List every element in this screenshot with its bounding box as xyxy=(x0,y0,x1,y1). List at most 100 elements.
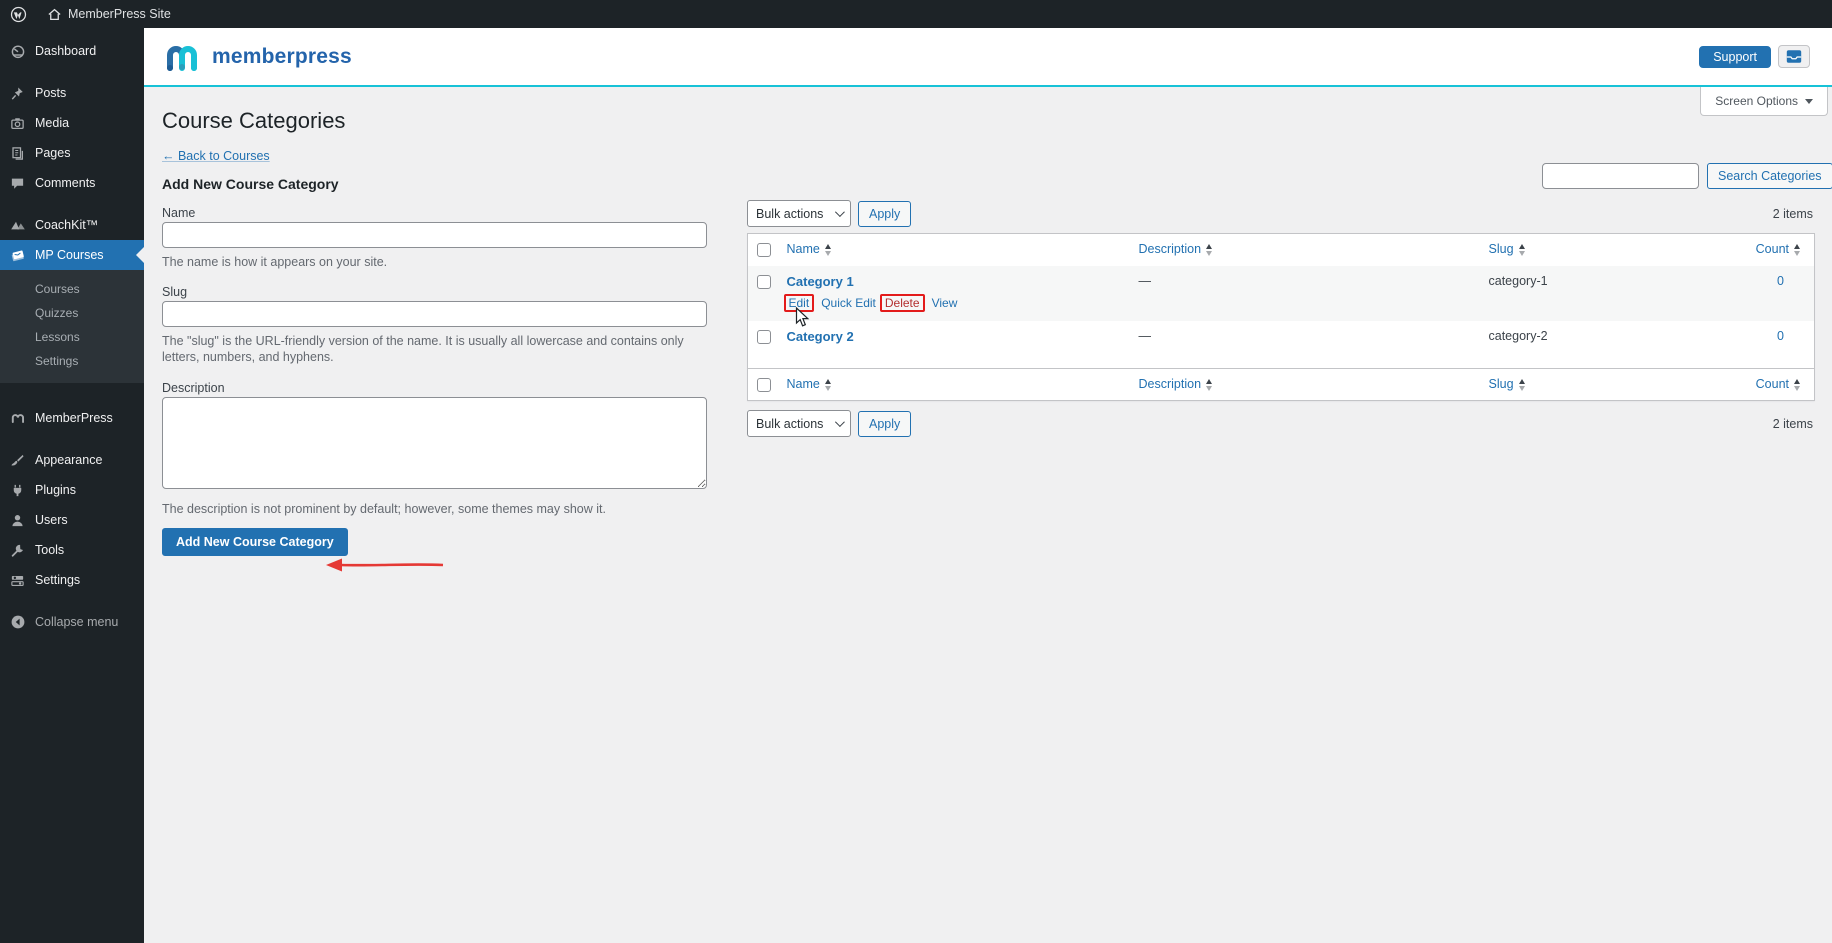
page-title: Course Categories xyxy=(162,108,345,134)
category-link[interactable]: Category 1 xyxy=(787,274,854,289)
sort-icon xyxy=(1519,244,1525,256)
sidebar-item-label: Tools xyxy=(35,543,64,557)
search-input[interactable] xyxy=(1542,163,1699,189)
select-row-checkbox[interactable] xyxy=(757,275,771,289)
sort-icon xyxy=(1794,244,1800,256)
screen-options-toggle[interactable]: Screen Options xyxy=(1700,87,1828,116)
sidebar-item-collapse-menu[interactable]: Collapse menu xyxy=(0,607,144,637)
mountains-icon xyxy=(9,217,26,234)
sort-by-slug[interactable]: Slug xyxy=(1489,242,1525,256)
bulk-actions-select[interactable]: Bulk actions xyxy=(747,200,851,227)
row-actions: Edit Quick Edit Delete View xyxy=(787,294,1127,313)
table-row: Category 1 Edit Quick Edit Delete View —… xyxy=(748,266,1815,321)
sidebar-item-settings[interactable]: Settings xyxy=(0,565,144,595)
sidebar-item-tools[interactable]: Tools xyxy=(0,535,144,565)
description-label: Description xyxy=(162,381,707,396)
column-header-description: Description xyxy=(1139,242,1202,256)
delete-link[interactable]: Delete xyxy=(885,296,920,310)
sort-by-name[interactable]: Name xyxy=(787,377,831,391)
sidebar-item-label: Users xyxy=(35,513,68,527)
bulk-actions-select[interactable]: Bulk actions xyxy=(747,410,851,437)
sort-by-description[interactable]: Description xyxy=(1139,242,1213,256)
wordpress-menu[interactable] xyxy=(0,0,37,28)
mouse-cursor xyxy=(795,307,810,328)
brush-icon xyxy=(9,452,26,469)
column-header-slug: Slug xyxy=(1489,242,1514,256)
category-link[interactable]: Category 2 xyxy=(787,329,854,344)
search-categories-button[interactable]: Search Categories xyxy=(1707,163,1832,189)
collapse-menu-icon xyxy=(9,614,26,631)
sidebar-item-label: Media xyxy=(35,116,69,130)
back-to-courses-link[interactable]: ← Back to Courses xyxy=(162,149,270,163)
sidebar-item-plugins[interactable]: Plugins xyxy=(0,475,144,505)
sort-by-description[interactable]: Description xyxy=(1139,377,1213,391)
admin-bar: MemberPress Site xyxy=(0,0,1832,28)
sidebar-item-posts[interactable]: Posts xyxy=(0,78,144,108)
sidebar-item-coachkit[interactable]: CoachKit™ xyxy=(0,210,144,240)
select-row-checkbox[interactable] xyxy=(757,330,771,344)
sort-by-slug[interactable]: Slug xyxy=(1489,377,1525,391)
name-label: Name xyxy=(162,206,707,221)
sort-icon xyxy=(1206,244,1212,256)
quick-edit-link[interactable]: Quick Edit xyxy=(821,296,876,310)
description-cell: — xyxy=(1133,321,1483,369)
submenu-item-lessons[interactable]: Lessons xyxy=(0,325,144,349)
apply-button[interactable]: Apply xyxy=(858,201,911,227)
slug-field[interactable] xyxy=(162,301,707,327)
slug-hint: The "slug" is the URL-friendly version o… xyxy=(162,333,707,365)
sort-by-count[interactable]: Count xyxy=(1756,377,1800,391)
pages-icon xyxy=(9,145,26,162)
mp-courses-submenu: Courses Quizzes Lessons Settings xyxy=(0,270,144,383)
submenu-item-quizzes[interactable]: Quizzes xyxy=(0,301,144,325)
select-all-checkbox[interactable] xyxy=(757,378,771,392)
view-link[interactable]: View xyxy=(932,296,958,310)
add-category-form: Add New Course Category Name The name is… xyxy=(162,176,707,556)
brand-wordmark: memberpress xyxy=(212,45,352,69)
table-toolbar-top: Bulk actions Apply 2 items xyxy=(747,200,1815,227)
sidebar-item-pages[interactable]: Pages xyxy=(0,138,144,168)
description-field[interactable] xyxy=(162,397,707,489)
sidebar-item-mp-courses[interactable]: MP Courses xyxy=(0,240,144,270)
site-link[interactable]: MemberPress Site xyxy=(37,0,181,28)
form-heading: Add New Course Category xyxy=(162,176,707,192)
sidebar-item-comments[interactable]: Comments xyxy=(0,168,144,198)
add-new-course-category-button[interactable]: Add New Course Category xyxy=(162,528,348,556)
inbox-button[interactable] xyxy=(1778,45,1810,68)
memberpress-logo-icon xyxy=(162,41,202,73)
select-all-checkbox[interactable] xyxy=(757,243,771,257)
support-button[interactable]: Support xyxy=(1699,46,1771,68)
count-link[interactable]: 0 xyxy=(1777,274,1784,288)
sidebar-item-users[interactable]: Users xyxy=(0,505,144,535)
column-header-name: Name xyxy=(787,242,820,256)
name-hint: The name is how it appears on your site. xyxy=(162,254,707,270)
annotation-box-delete: Delete xyxy=(880,294,925,312)
admin-sidebar: Dashboard Posts Media Pages Comments Coa… xyxy=(0,28,144,943)
column-header-count: Count xyxy=(1756,377,1789,391)
slug-cell: category-2 xyxy=(1483,321,1745,369)
home-icon xyxy=(47,7,62,22)
submenu-item-settings[interactable]: Settings xyxy=(0,349,144,373)
comment-icon xyxy=(9,175,26,192)
courses-icon xyxy=(9,247,26,264)
description-cell: — xyxy=(1133,266,1483,321)
memberpress-header: memberpress Support xyxy=(144,28,1832,87)
table-toolbar-bottom: Bulk actions Apply 2 items xyxy=(747,410,1815,437)
count-link[interactable]: 0 xyxy=(1777,329,1784,343)
sidebar-item-memberpress[interactable]: MemberPress xyxy=(0,403,144,433)
sidebar-item-label: CoachKit™ xyxy=(35,218,98,232)
sort-icon xyxy=(1519,379,1525,391)
sidebar-item-appearance[interactable]: Appearance xyxy=(0,445,144,475)
slug-cell: category-1 xyxy=(1483,266,1745,321)
plug-icon xyxy=(9,482,26,499)
name-field[interactable] xyxy=(162,222,707,248)
column-header-count: Count xyxy=(1756,242,1789,256)
sidebar-item-media[interactable]: Media xyxy=(0,108,144,138)
camera-icon xyxy=(9,115,26,132)
submenu-item-courses[interactable]: Courses xyxy=(0,277,144,301)
sort-by-name[interactable]: Name xyxy=(787,242,831,256)
sort-icon xyxy=(1794,379,1800,391)
sidebar-item-dashboard[interactable]: Dashboard xyxy=(0,36,144,66)
apply-button[interactable]: Apply xyxy=(858,411,911,437)
sidebar-item-label: Settings xyxy=(35,573,80,587)
sort-by-count[interactable]: Count xyxy=(1756,242,1800,256)
